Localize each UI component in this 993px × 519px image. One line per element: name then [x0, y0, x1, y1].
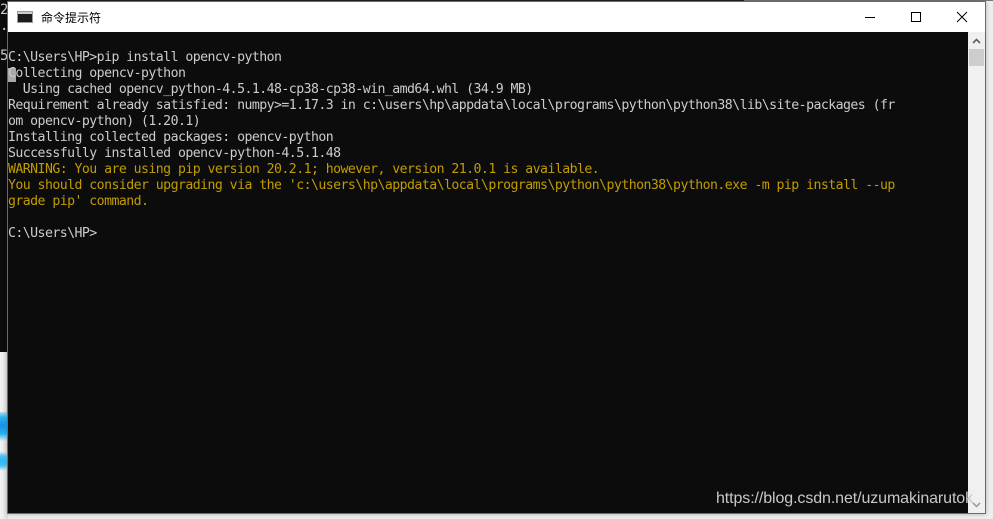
background-desktop-icon: [0, 412, 7, 446]
chevron-up-icon: [972, 37, 981, 44]
console-output[interactable]: C:\Users\HP>pip install opencv-python Col…: [8, 32, 968, 513]
watermark-url: https://blog.csdn.net/uzumakinarutok: [716, 490, 973, 507]
vertical-scrollbar[interactable]: [968, 32, 985, 513]
window-title: 命令提示符: [41, 10, 102, 25]
console-line: Successfully installed opencv-python-4.5…: [8, 146, 341, 161]
console-line: C:\Users\HP>pip install opencv-python: [8, 50, 282, 65]
console-line: C:\Users\HP>: [8, 226, 97, 241]
background-desktop-icon: [0, 449, 7, 473]
scroll-thumb[interactable]: [969, 49, 984, 66]
console-line: Installing collected packages: opencv-py…: [8, 130, 334, 145]
minimize-button[interactable]: [847, 2, 893, 32]
minimize-icon: [865, 17, 875, 18]
chevron-down-icon: [972, 501, 981, 508]
command-prompt-window: 命令提示符 C:\Users\HP>pip install opencv-pyt…: [7, 1, 986, 514]
scroll-up-button[interactable]: [968, 32, 985, 49]
console-warning-line: WARNING: You are using pip version 20.2.…: [8, 162, 600, 177]
maximize-icon: [911, 12, 921, 22]
console-line: Collecting opencv-python: [8, 66, 186, 81]
window-controls: [847, 2, 985, 32]
maximize-button[interactable]: [893, 2, 939, 32]
console-line: Using cached opencv_python-4.5.1.48-cp38…: [8, 82, 533, 97]
console-warning-line: You should consider upgrading via the 'c…: [8, 178, 895, 193]
console-warning-line: grade pip' command.: [8, 194, 149, 209]
console-line: om opencv-python) (1.20.1): [8, 114, 201, 129]
cmd-app-icon[interactable]: [17, 11, 33, 23]
close-button[interactable]: [939, 2, 985, 32]
console-lines: C:\Users\HP>pip install opencv-python Col…: [8, 50, 895, 242]
close-icon: [956, 11, 968, 23]
console-line: Requirement already satisfied: numpy>=1.…: [8, 98, 895, 113]
title-bar[interactable]: 命令提示符: [8, 2, 985, 32]
